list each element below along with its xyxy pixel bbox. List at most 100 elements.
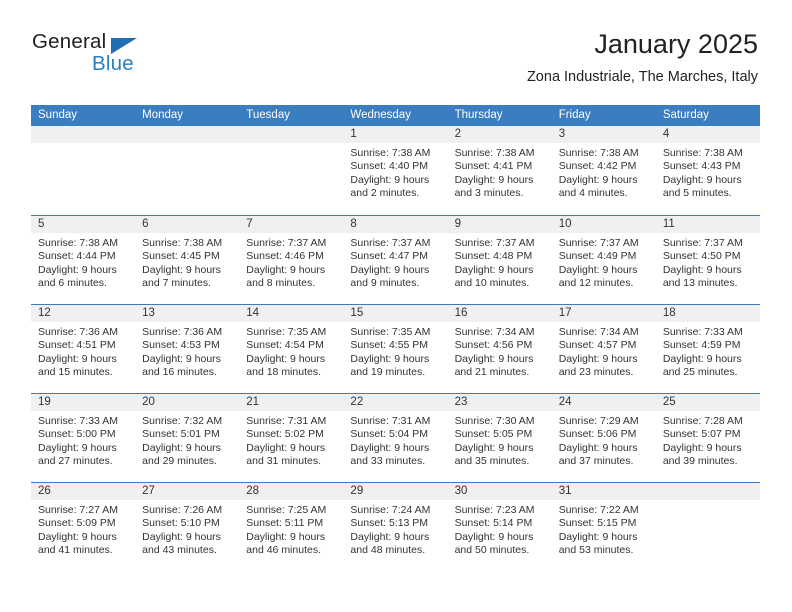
day-cell[interactable]: 31 Sunrise: 7:22 AM Sunset: 5:15 PM Dayl…: [551, 483, 656, 571]
daylight-text: Daylight: 9 hours and 50 minutes.: [454, 530, 534, 557]
day-details: [656, 500, 760, 504]
daylight-text: Daylight: 9 hours and 46 minutes.: [246, 530, 326, 557]
day-cell[interactable]: 16 Sunrise: 7:34 AM Sunset: 4:56 PM Dayl…: [447, 305, 552, 393]
weekday-sunday: Sunday: [38, 109, 78, 121]
day-cell[interactable]: 19 Sunrise: 7:33 AM Sunset: 5:00 PM Dayl…: [31, 394, 136, 482]
day-cell[interactable]: 13 Sunrise: 7:36 AM Sunset: 4:53 PM Dayl…: [135, 305, 240, 393]
weekday-thursday: Thursday: [454, 109, 503, 121]
day-cell[interactable]: 23 Sunrise: 7:30 AM Sunset: 5:05 PM Dayl…: [447, 394, 552, 482]
day-number: 19: [31, 394, 136, 411]
calendar-page: General Blue January 2025 Zona Industria…: [0, 0, 792, 612]
sunrise-text: Sunrise: 7:25 AM: [246, 504, 327, 516]
sunrise-text: Sunrise: 7:31 AM: [246, 415, 327, 427]
sunset-text: Sunset: 5:05 PM: [454, 428, 533, 441]
day-cell[interactable]: 26 Sunrise: 7:27 AM Sunset: 5:09 PM Dayl…: [31, 483, 136, 571]
sunrise-text: Sunrise: 7:35 AM: [350, 326, 431, 338]
day-cell[interactable]: [135, 126, 240, 215]
day-cell[interactable]: 2 Sunrise: 7:38 AM Sunset: 4:41 PM Dayli…: [447, 126, 552, 215]
day-details: Sunrise: 7:24 AM Sunset: 5:13 PM Dayligh…: [343, 500, 447, 558]
daylight-text: Daylight: 9 hours and 29 minutes.: [142, 441, 221, 468]
day-cell[interactable]: 21 Sunrise: 7:31 AM Sunset: 5:02 PM Dayl…: [239, 394, 344, 482]
day-cell[interactable]: 14 Sunrise: 7:35 AM Sunset: 4:54 PM Dayl…: [239, 305, 344, 393]
day-cell[interactable]: 1 Sunrise: 7:38 AM Sunset: 4:40 PM Dayli…: [343, 126, 448, 215]
day-cell[interactable]: 30 Sunrise: 7:23 AM Sunset: 5:14 PM Dayl…: [447, 483, 552, 571]
sunrise-text: Sunrise: 7:38 AM: [350, 147, 431, 159]
day-details: Sunrise: 7:34 AM Sunset: 4:56 PM Dayligh…: [448, 322, 552, 380]
sunset-text: Sunset: 4:49 PM: [558, 250, 637, 263]
sunrise-text: Sunrise: 7:37 AM: [558, 237, 639, 249]
day-cell[interactable]: 17 Sunrise: 7:34 AM Sunset: 4:57 PM Dayl…: [551, 305, 656, 393]
sunset-text: Sunset: 5:02 PM: [246, 428, 324, 441]
sunset-text: Sunset: 4:45 PM: [142, 250, 220, 263]
sunset-text: Sunset: 4:47 PM: [350, 250, 429, 263]
sunrise-text: Sunrise: 7:30 AM: [454, 415, 535, 427]
day-cell[interactable]: 7 Sunrise: 7:37 AM Sunset: 4:46 PM Dayli…: [239, 216, 344, 304]
day-number: 17: [551, 305, 656, 322]
weekday-monday: Monday: [142, 109, 184, 121]
day-cell[interactable]: 20 Sunrise: 7:32 AM Sunset: 5:01 PM Dayl…: [135, 394, 240, 482]
sunrise-text: Sunrise: 7:38 AM: [662, 147, 743, 159]
day-number: 21: [239, 394, 344, 411]
sunset-text: Sunset: 5:00 PM: [38, 428, 116, 441]
day-cell[interactable]: 29 Sunrise: 7:24 AM Sunset: 5:13 PM Dayl…: [343, 483, 448, 571]
calendar-week-row: 19 Sunrise: 7:33 AM Sunset: 5:00 PM Dayl…: [31, 393, 760, 482]
day-cell[interactable]: 6 Sunrise: 7:38 AM Sunset: 4:45 PM Dayli…: [135, 216, 240, 304]
calendar-week-row: 1 Sunrise: 7:38 AM Sunset: 4:40 PM Dayli…: [31, 126, 760, 215]
sunrise-text: Sunrise: 7:37 AM: [350, 237, 431, 249]
sunrise-text: Sunrise: 7:34 AM: [454, 326, 535, 338]
daylight-text: Daylight: 9 hours and 12 minutes.: [558, 263, 638, 290]
day-details: Sunrise: 7:38 AM Sunset: 4:44 PM Dayligh…: [31, 233, 135, 291]
weekday-wednesday: Wednesday: [350, 109, 411, 121]
day-cell[interactable]: 25 Sunrise: 7:28 AM Sunset: 5:07 PM Dayl…: [655, 394, 760, 482]
daylight-text: Daylight: 9 hours and 48 minutes.: [350, 530, 430, 557]
sunrise-text: Sunrise: 7:29 AM: [558, 415, 639, 427]
day-number: 7: [239, 216, 344, 233]
sunrise-text: Sunrise: 7:37 AM: [662, 237, 743, 249]
day-details: Sunrise: 7:38 AM Sunset: 4:42 PM Dayligh…: [552, 143, 656, 201]
sunrise-text: Sunrise: 7:31 AM: [350, 415, 431, 427]
day-cell[interactable]: 18 Sunrise: 7:33 AM Sunset: 4:59 PM Dayl…: [655, 305, 760, 393]
day-cell[interactable]: 24 Sunrise: 7:29 AM Sunset: 5:06 PM Dayl…: [551, 394, 656, 482]
day-cell[interactable]: 5 Sunrise: 7:38 AM Sunset: 4:44 PM Dayli…: [31, 216, 136, 304]
day-cell[interactable]: [655, 483, 760, 571]
daylight-text: Daylight: 9 hours and 15 minutes.: [38, 352, 117, 379]
sunset-text: Sunset: 4:56 PM: [454, 339, 533, 352]
day-details: Sunrise: 7:31 AM Sunset: 5:04 PM Dayligh…: [343, 411, 447, 469]
daylight-text: Daylight: 9 hours and 37 minutes.: [558, 441, 638, 468]
daylight-text: Daylight: 9 hours and 53 minutes.: [558, 530, 638, 557]
sunset-text: Sunset: 4:59 PM: [662, 339, 741, 352]
day-number: 22: [343, 394, 448, 411]
day-details: Sunrise: 7:26 AM Sunset: 5:10 PM Dayligh…: [135, 500, 239, 558]
day-cell[interactable]: 22 Sunrise: 7:31 AM Sunset: 5:04 PM Dayl…: [343, 394, 448, 482]
sunset-text: Sunset: 4:46 PM: [246, 250, 324, 263]
sunrise-text: Sunrise: 7:28 AM: [662, 415, 743, 427]
day-details: Sunrise: 7:37 AM Sunset: 4:47 PM Dayligh…: [343, 233, 447, 291]
day-details: Sunrise: 7:36 AM Sunset: 4:51 PM Dayligh…: [31, 322, 135, 380]
day-cell[interactable]: 8 Sunrise: 7:37 AM Sunset: 4:47 PM Dayli…: [343, 216, 448, 304]
day-cell[interactable]: 3 Sunrise: 7:38 AM Sunset: 4:42 PM Dayli…: [551, 126, 656, 215]
day-details: Sunrise: 7:38 AM Sunset: 4:45 PM Dayligh…: [135, 233, 239, 291]
day-number: 13: [135, 305, 240, 322]
sunrise-text: Sunrise: 7:26 AM: [142, 504, 223, 516]
daylight-text: Daylight: 9 hours and 8 minutes.: [246, 263, 326, 290]
daylight-text: Daylight: 9 hours and 27 minutes.: [38, 441, 117, 468]
day-number: 25: [655, 394, 760, 411]
day-cell[interactable]: 9 Sunrise: 7:37 AM Sunset: 4:48 PM Dayli…: [447, 216, 552, 304]
day-cell[interactable]: 10 Sunrise: 7:37 AM Sunset: 4:49 PM Dayl…: [551, 216, 656, 304]
day-cell[interactable]: 4 Sunrise: 7:38 AM Sunset: 4:43 PM Dayli…: [655, 126, 760, 215]
sunset-text: Sunset: 4:51 PM: [38, 339, 116, 352]
day-number: 3: [551, 126, 656, 143]
day-number: 12: [31, 305, 136, 322]
day-details: Sunrise: 7:33 AM Sunset: 5:00 PM Dayligh…: [31, 411, 135, 469]
day-cell[interactable]: 11 Sunrise: 7:37 AM Sunset: 4:50 PM Dayl…: [655, 216, 760, 304]
day-cell[interactable]: 12 Sunrise: 7:36 AM Sunset: 4:51 PM Dayl…: [31, 305, 136, 393]
day-details: Sunrise: 7:35 AM Sunset: 4:54 PM Dayligh…: [239, 322, 343, 380]
sunset-text: Sunset: 5:01 PM: [142, 428, 220, 441]
title-block: January 2025 Zona Industriale, The March…: [527, 28, 758, 86]
day-cell[interactable]: [239, 126, 344, 215]
day-cell[interactable]: 15 Sunrise: 7:35 AM Sunset: 4:55 PM Dayl…: [343, 305, 448, 393]
day-cell[interactable]: 28 Sunrise: 7:25 AM Sunset: 5:11 PM Dayl…: [239, 483, 344, 571]
day-cell[interactable]: 27 Sunrise: 7:26 AM Sunset: 5:10 PM Dayl…: [135, 483, 240, 571]
day-cell[interactable]: [31, 126, 136, 215]
day-number: 23: [447, 394, 552, 411]
